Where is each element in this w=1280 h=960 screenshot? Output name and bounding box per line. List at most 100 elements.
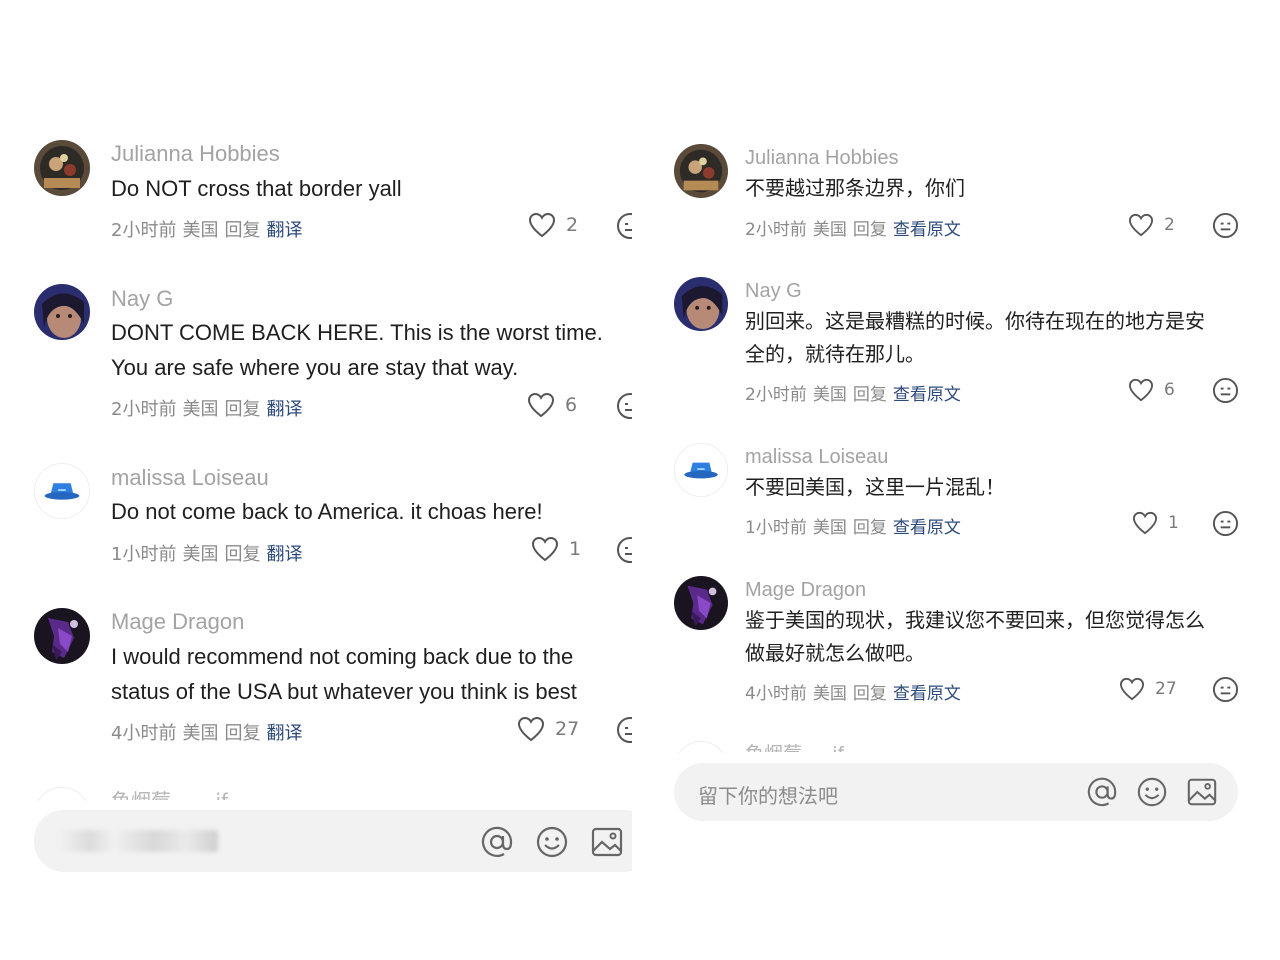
at-sign-icon[interactable] — [1086, 776, 1118, 808]
at-sign-icon[interactable] — [480, 825, 514, 859]
comment-meta: 2小时前 美国 回复 查看原文 — [745, 380, 967, 405]
neutral-face-icon[interactable] — [616, 716, 632, 748]
comment-time: 2小时前 — [111, 220, 177, 241]
translate-link[interactable]: 翻译 — [266, 544, 302, 565]
translate-link[interactable]: 翻译 — [266, 220, 302, 241]
like-button[interactable]: 1 — [1132, 511, 1179, 535]
smiley-icon[interactable] — [535, 825, 569, 859]
comment-location: 美国 — [812, 220, 847, 240]
heart-outline-icon — [517, 716, 545, 742]
avatar[interactable] — [34, 140, 90, 196]
avatar[interactable] — [34, 608, 90, 664]
comment-input-bar[interactable]: 留下你的想法吧 — [674, 763, 1238, 821]
partial-comment-author: 鱼烟莓 . . if — [745, 742, 844, 752]
like-button[interactable]: 6 — [527, 392, 577, 418]
comment-text-line: 不要越过那条边界，你们 — [745, 178, 965, 200]
comment-text-line: 别回来。这是最糟糕的时候。你待在现在的地方是安 — [745, 311, 1205, 333]
reply-button[interactable]: 回复 — [224, 544, 260, 565]
comment-input-field[interactable] — [58, 830, 218, 852]
comment-author[interactable]: malissa Loiseau — [745, 446, 888, 469]
comment-input-field[interactable]: 留下你的想法吧 — [698, 780, 838, 809]
comment-author[interactable]: malissa Loiseau — [111, 465, 269, 491]
heart-outline-icon — [1128, 213, 1154, 237]
neutral-face-icon[interactable] — [1212, 377, 1239, 408]
comment-text-line: I would recommend not coming back due to… — [111, 644, 574, 669]
comment-author[interactable]: Julianna Hobbies — [111, 141, 280, 167]
neutral-face-icon[interactable] — [616, 392, 632, 424]
like-count: 6 — [1164, 380, 1175, 400]
neutral-face-icon[interactable] — [1212, 510, 1239, 541]
like-button[interactable]: 2 — [528, 212, 578, 238]
comment-meta: 1小时前 美国 回复 查看原文 — [745, 513, 967, 538]
comment-input-bar[interactable] — [34, 810, 632, 872]
comment-meta: 4小时前 美国 回复 查看原文 — [745, 679, 967, 704]
neutral-face-icon[interactable] — [616, 212, 632, 244]
view-original-link[interactable]: 查看原文 — [893, 220, 961, 240]
smiley-icon[interactable] — [1136, 776, 1168, 808]
view-original-link[interactable]: 查看原文 — [893, 684, 961, 704]
comment-author[interactable]: Nay G — [111, 286, 173, 312]
comment-time: 4小时前 — [745, 684, 807, 704]
comment-text-line: 鉴于美国的现状，我建议您不要回来，但您觉得怎么 — [745, 610, 1205, 632]
comment-time: 2小时前 — [745, 220, 807, 240]
heart-outline-icon — [527, 392, 555, 418]
avatar[interactable] — [34, 284, 90, 340]
reply-button[interactable]: 回复 — [224, 399, 260, 420]
translate-link[interactable]: 翻译 — [266, 723, 302, 744]
comment-text-line: 做最好就怎么做吧。 — [745, 643, 925, 665]
like-button[interactable]: 2 — [1128, 213, 1175, 237]
avatar[interactable] — [674, 144, 728, 198]
comments-panel-translated: Julianna Hobbies 不要越过那条边界，你们 2小时前 美国 回复 查看原… — [652, 0, 1280, 960]
view-original-link[interactable]: 查看原文 — [893, 518, 961, 538]
comment-location: 美国 — [182, 220, 219, 241]
reply-button[interactable]: 回复 — [853, 518, 887, 538]
comment-author[interactable]: Mage Dragon — [111, 609, 244, 635]
comment-location: 美国 — [182, 399, 219, 420]
like-count: 1 — [569, 538, 582, 560]
comment-text-line: You are safe where you are stay that way… — [111, 355, 519, 380]
comment-location: 美国 — [812, 684, 847, 704]
image-icon[interactable] — [1186, 776, 1218, 808]
comment-time: 1小时前 — [745, 518, 807, 538]
like-count: 2 — [566, 214, 579, 236]
like-count: 2 — [1164, 215, 1175, 235]
like-button[interactable]: 6 — [1128, 378, 1175, 402]
reply-button[interactable]: 回复 — [853, 385, 887, 405]
comment-time: 2小时前 — [111, 399, 177, 420]
like-button[interactable]: 27 — [1119, 677, 1177, 701]
neutral-face-icon[interactable] — [616, 536, 632, 568]
comment-text-line: Do NOT cross that border yall — [111, 176, 402, 201]
like-button[interactable]: 27 — [517, 716, 579, 742]
heart-outline-icon — [528, 212, 556, 238]
like-count: 6 — [565, 394, 578, 416]
image-icon[interactable] — [590, 825, 624, 859]
reply-button[interactable]: 回复 — [853, 684, 887, 704]
comment-meta: 2小时前 美国 回复 查看原文 — [745, 215, 967, 240]
view-original-link[interactable]: 查看原文 — [893, 385, 961, 405]
comment-text-line: 全的，就待在那儿。 — [745, 344, 925, 366]
like-button[interactable]: 1 — [531, 536, 581, 562]
comment-author[interactable]: Julianna Hobbies — [745, 147, 898, 170]
comment-location: 美国 — [182, 723, 219, 744]
heart-outline-icon — [1128, 378, 1154, 402]
avatar[interactable] — [34, 463, 90, 519]
comment-text-line: DONT COME BACK HERE. This is the worst t… — [111, 320, 603, 345]
reply-button[interactable]: 回复 — [224, 723, 260, 744]
avatar[interactable] — [674, 277, 728, 331]
neutral-face-icon[interactable] — [1212, 212, 1239, 243]
comment-text-line: 不要回美国，这里一片混乱！ — [745, 477, 1005, 499]
comment-author[interactable]: Mage Dragon — [745, 579, 866, 602]
avatar — [674, 741, 728, 753]
neutral-face-icon[interactable] — [1212, 676, 1239, 707]
comment-time: 4小时前 — [111, 723, 177, 744]
comment-time: 2小时前 — [745, 385, 807, 405]
reply-button[interactable]: 回复 — [853, 220, 887, 240]
avatar[interactable] — [674, 576, 728, 630]
translate-link[interactable]: 翻译 — [266, 399, 302, 420]
comment-text-line: Do not come back to America. it choas he… — [111, 499, 543, 524]
comment-text-line: status of the USA but whatever you think… — [111, 679, 577, 704]
comment-location: 美国 — [182, 544, 219, 565]
avatar[interactable] — [674, 443, 728, 497]
comment-author[interactable]: Nay G — [745, 280, 802, 303]
reply-button[interactable]: 回复 — [224, 220, 260, 241]
